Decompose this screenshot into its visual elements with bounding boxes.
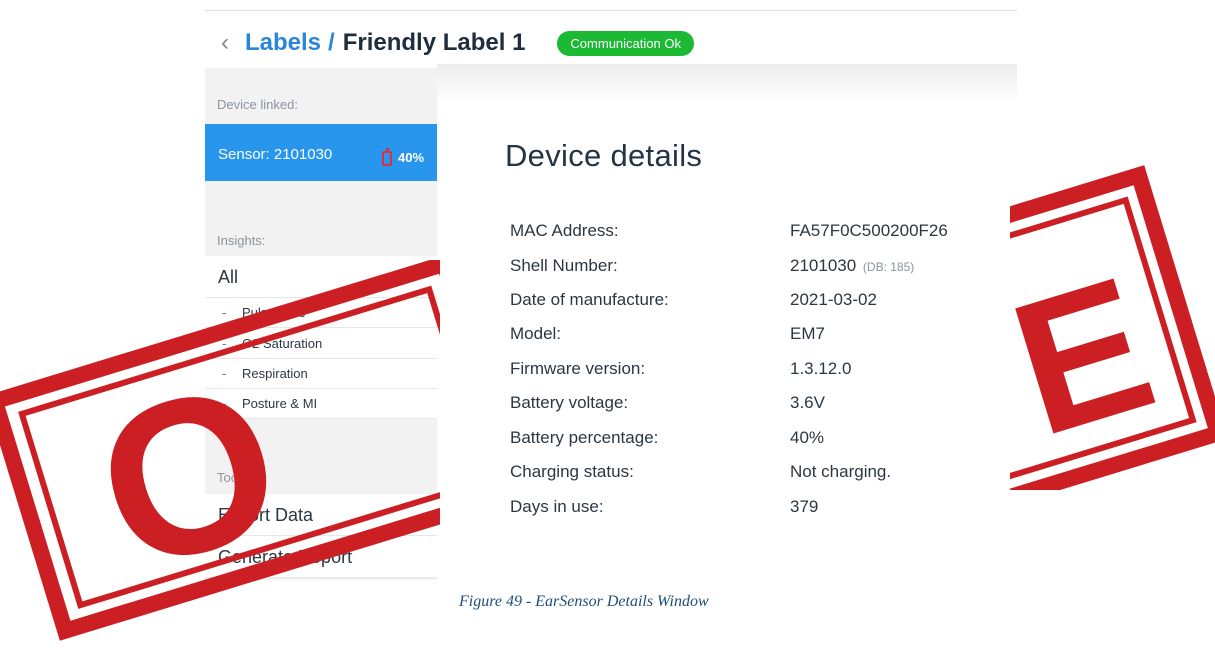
page-title: Device details (505, 138, 703, 173)
breadcrumb-current: Friendly Label 1 (342, 29, 526, 56)
detail-label: Battery percentage: (510, 428, 659, 447)
detail-value-shell-number: 2101030 (DB: 185) (790, 256, 914, 276)
page-header: ‹ Labels / Friendly Label 1 Communicatio… (205, 22, 694, 64)
header-shadow (437, 64, 1017, 104)
detail-value: EM7 (790, 324, 825, 343)
breadcrumb-labels-link[interactable]: Labels (245, 29, 321, 57)
detail-label: Model: (510, 324, 562, 343)
battery-icon (382, 148, 392, 166)
top-divider (205, 10, 1017, 11)
back-chevron-icon[interactable]: ‹ (205, 31, 245, 55)
detail-value: Not charging. (790, 462, 892, 481)
detail-value: 1.3.12.0 (790, 359, 852, 378)
figure-caption: Figure 49 - EarSensor Details Window (459, 593, 709, 610)
detail-label: Battery voltage: (510, 393, 629, 412)
db-note: (DB: 185) (862, 260, 915, 274)
breadcrumb-separator: / (328, 29, 335, 56)
detail-label: MAC Address: (510, 221, 619, 240)
device-name: Sensor: 2101030 (218, 146, 333, 163)
insights-label: Insights: (217, 233, 266, 248)
status-badge: Communication Ok (557, 30, 694, 56)
detail-label: Charging status: (510, 462, 634, 481)
detail-label: Date of manufacture: (510, 290, 669, 309)
detail-label: Days in use: (510, 497, 604, 516)
detail-label: Shell Number: (510, 256, 618, 275)
detail-value: FA57F0C500200F26 (790, 221, 948, 240)
stamp-right: E (1010, 165, 1215, 490)
stamp-left: O (0, 260, 440, 641)
stamp-left-letter: O (71, 333, 307, 618)
device-battery-level: 40% (398, 150, 425, 165)
detail-value: 3.6V (790, 393, 825, 412)
detail-value: 2021-03-02 (790, 290, 877, 309)
detail-value: 40% (790, 428, 825, 447)
device-linked-label: Device linked: (217, 97, 298, 112)
detail-value: 379 (790, 497, 819, 516)
detail-label: Firmware version: (510, 359, 646, 378)
detail-value: 2101030 (790, 256, 857, 275)
device-card[interactable]: Sensor: 2101030 40% (205, 124, 437, 181)
